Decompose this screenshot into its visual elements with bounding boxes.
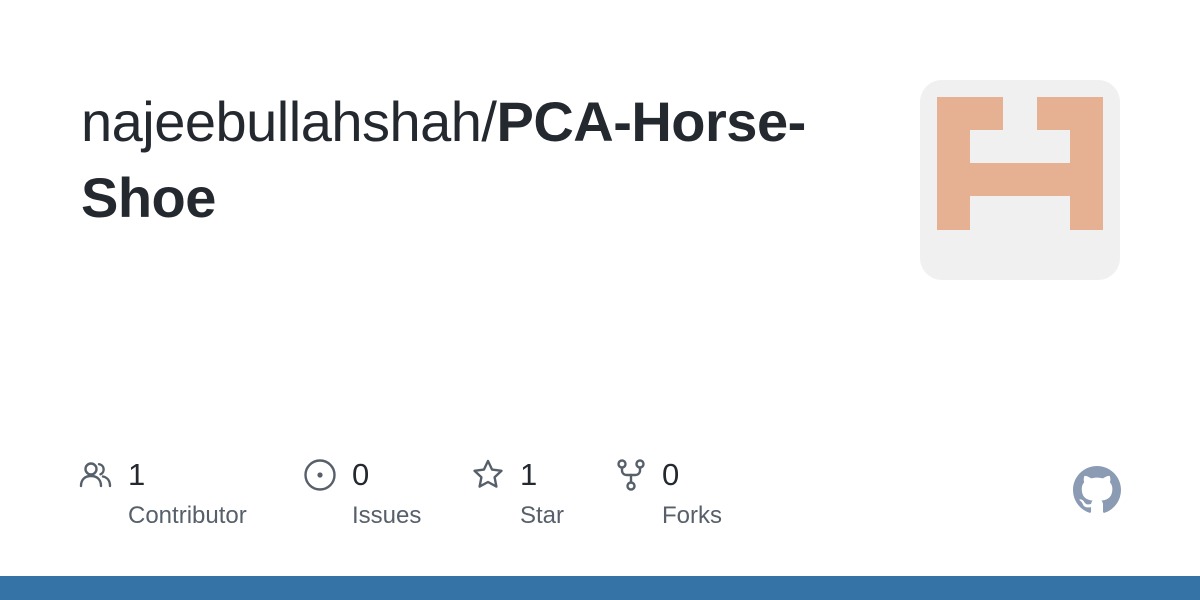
people-icon	[79, 462, 112, 488]
issue-opened-icon	[304, 459, 336, 491]
github-mark-icon[interactable]	[1073, 466, 1121, 514]
repo-owner[interactable]: najeebullahshah	[81, 90, 482, 153]
star-icon	[473, 459, 503, 488]
language-bar	[0, 576, 1200, 600]
repo-title: najeebullahshah/PCA-Horse-Shoe	[81, 84, 841, 236]
contributors-count: 1	[128, 457, 146, 492]
repo-forked-icon	[617, 459, 645, 491]
owner-avatar[interactable]	[920, 80, 1120, 280]
stars-label: Star	[520, 502, 565, 529]
forks-count: 0	[662, 457, 680, 492]
identicon-icon	[937, 97, 1103, 230]
contributors-label: Contributor	[128, 502, 247, 529]
forks-label: Forks	[662, 502, 722, 529]
stars-count: 1	[520, 457, 538, 492]
repo-separator: /	[481, 90, 497, 153]
issues-label: Issues	[352, 502, 422, 529]
issues-count: 0	[352, 457, 370, 492]
